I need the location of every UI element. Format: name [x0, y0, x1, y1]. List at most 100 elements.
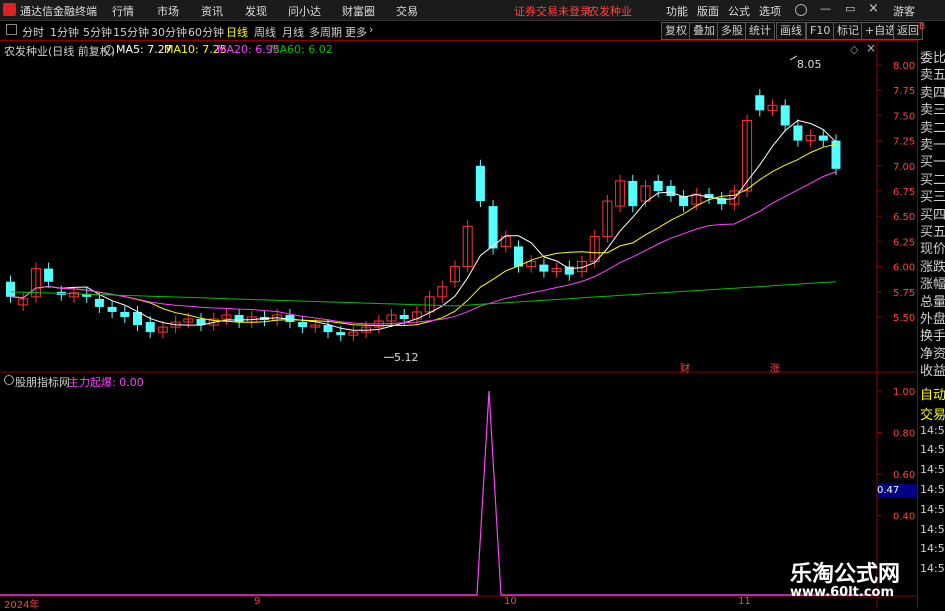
- tab-15min[interactable]: 15分钟: [113, 24, 149, 40]
- f10-button[interactable]: F10: [806, 22, 835, 40]
- panel-lower-item: 14:56: [920, 502, 945, 516]
- app-title: 通达信金融终端: [20, 5, 97, 18]
- stats-button[interactable]: 统计: [745, 22, 775, 40]
- candle-body: [475, 165, 485, 202]
- indicator-series-label: 主力起爆: 0.00: [68, 376, 144, 389]
- price-tick-label: 7.25: [893, 137, 915, 148]
- candle-body: [653, 180, 663, 191]
- period-toolbar: 分时 1分钟 5分钟 15分钟 30分钟 60分钟 日线 周线 月线 多周期 更…: [0, 21, 945, 41]
- high-pointer: [789, 55, 798, 61]
- panel-item: 外盘: [920, 312, 945, 327]
- tab-5min[interactable]: 5分钟: [83, 24, 112, 40]
- high-price-label: 8.05: [797, 58, 822, 71]
- tab-monthly[interactable]: 月线: [282, 24, 304, 40]
- candle-body: [145, 322, 155, 333]
- rise-marker[interactable]: 涨: [770, 360, 780, 375]
- candlestick-series: [6, 89, 841, 342]
- price-tick-label: 6.00: [893, 263, 915, 274]
- price-tick-label: 5.50: [893, 313, 915, 324]
- menu-layout[interactable]: 版面: [697, 3, 719, 19]
- restore-icon[interactable]: ▭: [845, 2, 855, 15]
- indicator-tick-label: 0.80: [893, 429, 915, 440]
- panel-lower-item: 14:56: [920, 562, 945, 576]
- candle-body: [755, 95, 765, 111]
- panel-item: 买四: [920, 207, 945, 223]
- indicator-settings-icon[interactable]: [4, 375, 14, 385]
- user-guest[interactable]: 游客: [893, 3, 915, 19]
- price-tick-label: 7.50: [893, 111, 915, 122]
- watermark-url: www.60lt.com: [790, 585, 895, 600]
- price-tick-label: 6.75: [893, 187, 915, 198]
- tab-weekly[interactable]: 周线: [254, 24, 276, 40]
- draw-line-button[interactable]: 画线: [776, 22, 806, 40]
- candle-body: [818, 135, 828, 141]
- menu-item-wealth[interactable]: 财富圈: [342, 3, 375, 19]
- candle-body: [107, 306, 117, 312]
- candle-body: [679, 196, 689, 207]
- tab-30min[interactable]: 30分钟: [151, 24, 187, 40]
- tab-multi-period[interactable]: 多周期: [309, 24, 342, 40]
- menu-formula[interactable]: 公式: [728, 3, 750, 19]
- indicator-name[interactable]: 股朋指标网: [15, 374, 70, 390]
- date-oct: 10: [504, 596, 517, 607]
- user-icon[interactable]: [795, 4, 807, 16]
- menu-options[interactable]: 选项: [759, 3, 781, 19]
- tab-60min[interactable]: 60分钟: [188, 24, 224, 40]
- candle-body: [514, 246, 523, 267]
- close-icon[interactable]: ×: [868, 1, 879, 16]
- menu-bar: 通达信金融终端 行情 市场 资讯 发现 问小达 财富圈 交易 证券交易未登录 农…: [0, 0, 945, 21]
- panel-item: 卖二: [920, 120, 945, 136]
- toolbar-check-icon[interactable]: [6, 24, 17, 35]
- candle-body: [323, 325, 333, 333]
- tab-more[interactable]: 更多: [345, 24, 367, 40]
- ma60-line: [10, 281, 837, 307]
- low-price-label: 5.12: [394, 351, 419, 364]
- candle-body: [488, 206, 498, 249]
- panel-item: 总量: [920, 294, 945, 310]
- date-nov: 11: [738, 596, 751, 607]
- mark-button[interactable]: 标记: [833, 22, 863, 40]
- menu-item-ask[interactable]: 问小达: [288, 3, 321, 19]
- kline-chart[interactable]: 8.00 7.75 7.50 7.25 7.00 6.75 6.50 6.25 6.00 5.75…: [0, 40, 917, 609]
- menu-item-news[interactable]: 资讯: [201, 3, 223, 19]
- panel-item: 买二: [920, 172, 945, 188]
- watermark-title: 乐淘公式网: [790, 562, 901, 587]
- candle-body: [133, 311, 142, 326]
- panel-lower-item: 交易: [920, 407, 945, 423]
- tab-1min[interactable]: 1分钟: [50, 24, 79, 40]
- menu-item-quotes[interactable]: 行情: [112, 3, 134, 19]
- panel-item: 涨跌: [920, 259, 945, 275]
- panel-item: 涨幅: [920, 277, 945, 293]
- panel-item: 换手: [920, 329, 945, 345]
- indicator-tick-label: 0.40: [893, 512, 915, 523]
- panel-lower-item: 14:56: [920, 443, 945, 457]
- indicator-current-value: 0.47: [877, 484, 917, 498]
- app-logo-icon: [3, 3, 16, 16]
- panel-item: 卖四: [920, 85, 945, 101]
- menu-item-market[interactable]: 市场: [157, 3, 179, 19]
- price-tick-label: 8.00: [893, 61, 915, 72]
- overlay-button[interactable]: 叠加: [689, 22, 719, 40]
- panel-lower-item: 自动: [920, 388, 945, 403]
- adjust-button[interactable]: 复权: [661, 22, 691, 40]
- candle-body: [234, 314, 244, 323]
- price-tick-label: 5.75: [893, 288, 915, 299]
- quote-side-panel: 委比 卖五 卖四 卖三 卖二 卖一 买一 买二 买三 买四 买五 现价 涨跌 涨幅 总量 外盘 换手 净资 收益 自动…: [917, 40, 945, 609]
- minimize-icon[interactable]: —: [820, 2, 831, 15]
- candle-body: [336, 332, 346, 336]
- login-notice[interactable]: 证券交易未登录: [514, 3, 591, 19]
- more-chevron-icon[interactable]: ›: [369, 23, 373, 36]
- price-tick-label: 6.25: [893, 237, 915, 248]
- menu-item-discover[interactable]: 发现: [245, 3, 267, 19]
- multi-stock-button[interactable]: 多股: [717, 22, 747, 40]
- finance-marker[interactable]: 财: [680, 360, 690, 375]
- panel-badge: B: [919, 22, 926, 32]
- notice-stock[interactable]: 农发种业: [588, 3, 632, 19]
- menu-function[interactable]: 功能: [666, 3, 688, 19]
- tab-intraday[interactable]: 分时: [22, 24, 44, 40]
- tab-daily[interactable]: 日线: [226, 24, 248, 40]
- indicator-line: [0, 390, 877, 596]
- price-tick-label: 7.00: [893, 162, 915, 173]
- panel-lower-item: 14:56: [920, 522, 945, 536]
- menu-item-trade[interactable]: 交易: [396, 3, 418, 19]
